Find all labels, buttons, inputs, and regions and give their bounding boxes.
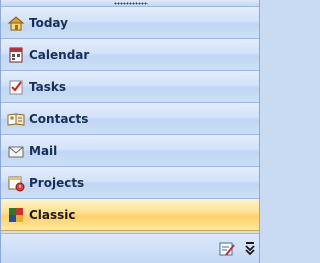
navigation-pane: Today Calendar Tasks Contacts Mail Proje… <box>0 0 260 263</box>
today-house-icon <box>7 14 25 32</box>
nav-button-tasks[interactable]: Tasks <box>1 71 259 103</box>
projects-icon <box>7 174 25 192</box>
nav-label-mail: Mail <box>29 143 58 158</box>
nav-button-today[interactable]: Today <box>1 7 259 39</box>
calendar-icon <box>7 46 25 64</box>
pane-splitter[interactable] <box>1 0 259 7</box>
mail-icon <box>7 142 25 160</box>
splitter-grip-icon[interactable] <box>114 2 148 5</box>
classic-icon <box>7 206 25 224</box>
nav-button-classic[interactable]: Classic <box>1 199 259 231</box>
nav-pane-footer <box>1 233 259 263</box>
configure-buttons-icon[interactable] <box>218 240 236 258</box>
chevron-more-icon[interactable] <box>244 241 256 257</box>
nav-button-mail[interactable]: Mail <box>1 135 259 167</box>
tasks-icon <box>7 78 25 96</box>
nav-button-calendar[interactable]: Calendar <box>1 39 259 71</box>
nav-button-contacts[interactable]: Contacts <box>1 103 259 135</box>
nav-button-projects[interactable]: Projects <box>1 167 259 199</box>
nav-label-classic: Classic <box>29 207 76 222</box>
contacts-icon <box>7 110 25 128</box>
nav-label-today: Today <box>29 15 68 30</box>
nav-label-projects: Projects <box>29 175 85 190</box>
nav-label-tasks: Tasks <box>29 79 67 94</box>
nav-label-calendar: Calendar <box>29 47 90 62</box>
nav-label-contacts: Contacts <box>29 111 89 126</box>
